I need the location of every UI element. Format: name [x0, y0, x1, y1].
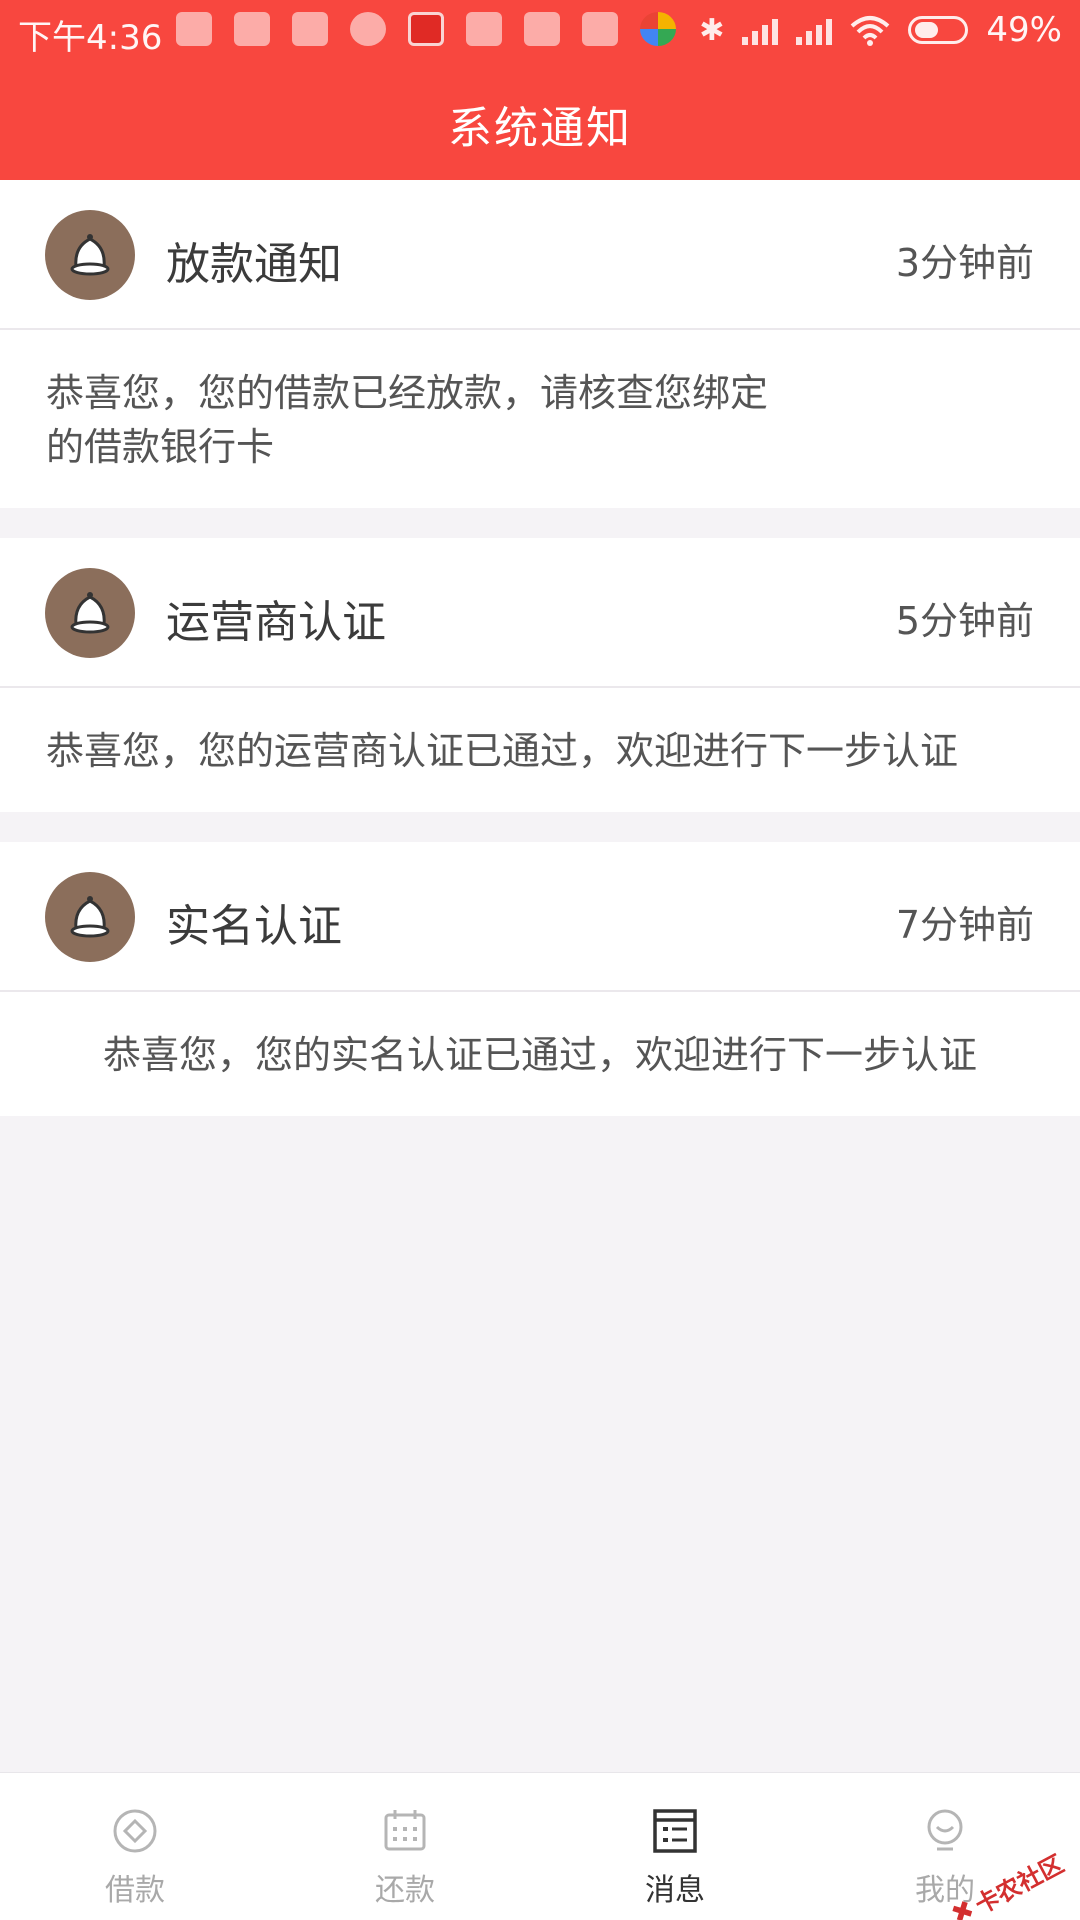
bottom-tab-bar: 借款 还款 消息 我的 [0, 1772, 1080, 1920]
tab-profile[interactable]: 我的 [810, 1773, 1080, 1920]
profile-icon [927, 1809, 963, 1851]
tab-messages[interactable]: 消息 [540, 1773, 810, 1920]
notification-card[interactable]: 运营商认证 5分钟前 恭喜您，您的运营商认证已通过，欢迎进行下一步认证 [0, 538, 1080, 812]
message-line: 恭喜您，您的实名认证已通过，欢迎进行下一步认证 [102, 1033, 977, 1077]
top-bar: 下午4:36 ✱ 49% 系统通知 [0, 0, 1080, 180]
browser-app-icon [640, 12, 676, 46]
bluetooth-icon: ✱ [699, 12, 725, 48]
battery-icon [908, 16, 969, 44]
message-line: 恭喜您，您的借款已经放款，请核查您绑定 [46, 371, 769, 415]
notification-title: 运营商认证 [166, 597, 386, 648]
notification-time: 3分钟前 [895, 241, 1034, 285]
notification-message: 恭喜您，您的实名认证已通过，欢迎进行下一步认证 [0, 992, 1080, 1116]
notification-header: 放款通知 3分钟前 [0, 180, 1080, 330]
notification-header: 运营商认证 5分钟前 [0, 538, 1080, 688]
notification-icons [176, 12, 676, 46]
battery-fill [915, 22, 939, 38]
video-app-icon [524, 12, 560, 46]
notification-message: 恭喜您，您的运营商认证已通过，欢迎进行下一步认证 [0, 688, 1080, 812]
notification-title: 放款通知 [166, 239, 342, 290]
calendar-icon [384, 1810, 426, 1851]
notification-card[interactable]: 实名认证 7分钟前 恭喜您，您的实名认证已通过，欢迎进行下一步认证 [0, 842, 1080, 1116]
notification-time: 5分钟前 [895, 599, 1034, 643]
wifi-icon [851, 16, 890, 46]
music-app-icon [408, 12, 444, 46]
status-indicators: ✱ 49% [699, 10, 1062, 50]
shield-app-icon [176, 12, 212, 46]
signal-icon-2 [796, 15, 833, 45]
loan-icon [113, 1809, 157, 1853]
paper-plane-app-icon [466, 12, 502, 46]
tab-label: 借款 [105, 1873, 165, 1908]
notification-message: 恭喜您，您的借款已经放款，请核查您绑定 的借款银行卡 [0, 330, 1080, 508]
message-line: 的借款银行卡 [46, 425, 275, 469]
bag-app-icon [234, 12, 270, 46]
notification-title: 实名认证 [166, 901, 342, 952]
tab-label: 消息 [645, 1873, 705, 1908]
status-bar: 下午4:36 ✱ 49% [0, 0, 1080, 62]
message-list-icon [653, 1809, 697, 1853]
tab-loan[interactable]: 借款 [0, 1773, 270, 1920]
bell-icon [45, 210, 135, 300]
app-root: 下午4:36 ✱ 49% 系统通知 放款通知 3分钟前 恭喜您，您的借款已经放款… [0, 0, 1080, 1920]
globe-app-icon [350, 12, 386, 46]
bell-icon [45, 568, 135, 658]
notification-header: 实名认证 7分钟前 [0, 842, 1080, 992]
battery-percent: 49% [986, 10, 1062, 50]
notification-card[interactable]: 放款通知 3分钟前 恭喜您，您的借款已经放款，请核查您绑定 的借款银行卡 [0, 180, 1080, 508]
message-line: 恭喜您，您的运营商认证已通过，欢迎进行下一步认证 [46, 729, 959, 773]
notification-time: 7分钟前 [895, 903, 1034, 947]
status-time: 下午4:36 [18, 18, 163, 58]
bell-icon [45, 872, 135, 962]
chat-app-icon [292, 12, 328, 46]
notification-list: 放款通知 3分钟前 恭喜您，您的借款已经放款，请核查您绑定 的借款银行卡 运营商… [0, 180, 1080, 1146]
page-title: 系统通知 [448, 103, 632, 154]
tab-repay[interactable]: 还款 [270, 1773, 540, 1920]
play-app-icon [582, 12, 618, 46]
tab-label: 还款 [375, 1873, 435, 1908]
signal-icon [742, 15, 779, 45]
